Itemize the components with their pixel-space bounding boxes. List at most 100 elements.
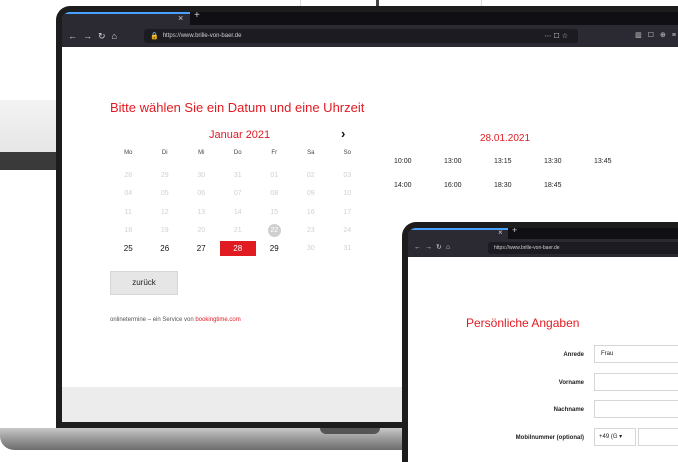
calendar-day: 07 — [233, 190, 242, 197]
lock-icon: 🔒 — [150, 33, 159, 40]
back-button[interactable]: zurück — [110, 271, 178, 295]
tab-bar: × + — [62, 12, 678, 25]
calendar-day: 15 — [270, 209, 279, 216]
calendar-day-available[interactable]: 29 — [256, 241, 293, 256]
calendar-day: 11 — [124, 209, 132, 216]
calendar-day-available[interactable]: 27 — [183, 241, 220, 256]
calendar-day: 23 — [306, 227, 315, 234]
tab-close-icon[interactable]: × — [178, 13, 183, 23]
calendar-day: 05 — [160, 190, 169, 197]
time-slots-row: 10:00 13:00 13:15 13:30 13:45 — [394, 158, 644, 165]
calendar-day: 01 — [270, 172, 279, 179]
calendar-day: 02 — [306, 172, 315, 179]
weekday-label: Mi — [198, 150, 205, 156]
time-slot[interactable]: 13:00 — [444, 158, 494, 165]
calendar-day: 18 — [124, 227, 133, 234]
field-label-mobile: Mobilnummer (optional) — [515, 435, 584, 441]
calendar-day: 10 — [343, 190, 352, 197]
forward-arrow-icon[interactable]: → — [83, 31, 92, 42]
reload-icon[interactable]: ↻ — [98, 31, 106, 42]
toolbar-icons[interactable]: ▥☐⊕≡ — [635, 31, 678, 39]
background-device-bar — [0, 152, 60, 170]
address-bar[interactable]: 🔒 https://www.brille-von-baer.de ⋯☐☆ — [144, 29, 578, 43]
browser-toolbar-secondary: ←→↻⌂ https://www.brille-von-baer.de — [408, 239, 678, 257]
calendar-day-available[interactable]: 26 — [147, 241, 184, 256]
time-slot[interactable]: 18:30 — [494, 182, 544, 189]
weekday-header: Mo Di Mi Do Fr Sa So — [110, 150, 366, 156]
laptop-notch — [320, 428, 380, 434]
time-slot[interactable]: 13:45 — [594, 158, 644, 165]
field-label-lastname: Nachname — [553, 407, 584, 413]
calendar-day: 31 — [343, 245, 352, 252]
calendar-day-today: 22 — [256, 223, 293, 238]
calendar-day: 30 — [197, 172, 206, 179]
country-code-select[interactable]: +49 (G ▾ — [594, 428, 636, 446]
calendar-day: 16 — [306, 209, 315, 216]
calendar-day-selected[interactable]: 28 — [219, 241, 256, 256]
field-label-salutation: Anrede — [563, 352, 584, 358]
weekday-label: Sa — [307, 150, 315, 156]
time-slot[interactable]: 14:00 — [394, 182, 444, 189]
tab-close-icon[interactable]: × — [498, 228, 503, 237]
browser-toolbar: ← → ↻ ⌂ 🔒 https://www.brille-von-baer.de… — [62, 25, 678, 47]
browser-tab-secondary[interactable]: × — [408, 228, 508, 239]
calendar-day: 09 — [306, 190, 315, 197]
calendar-day: 28 — [124, 172, 133, 179]
calendar-week: 18 19 20 21 22 23 24 — [110, 223, 366, 238]
time-slots-row: 14:00 16:00 18:30 18:45 — [394, 182, 594, 189]
nav-icons: ← → ↻ ⌂ — [68, 31, 117, 42]
time-slot[interactable]: 18:45 — [544, 182, 594, 189]
calendar-week: 04 05 06 07 08 09 10 — [110, 186, 366, 201]
address-bar-actions-icon[interactable]: ⋯☐☆ — [544, 32, 570, 40]
selected-date-heading: 28.01.2021 — [480, 133, 531, 144]
calendar-day: 13 — [197, 209, 206, 216]
calendar-day: 21 — [233, 227, 242, 234]
url-text: https://www.brille-von-baer.de — [162, 33, 242, 39]
calendar-day: 24 — [343, 227, 352, 234]
calendar-day: 06 — [197, 190, 206, 197]
service-text: onlinetermine – ein Service von — [110, 317, 194, 323]
calendar-day: 30 — [306, 245, 315, 252]
calendar-week: 11 12 13 14 15 16 17 — [110, 205, 366, 220]
weekday-label: Mo — [124, 150, 133, 156]
new-tab-icon[interactable]: + — [194, 12, 200, 21]
browser-tab[interactable]: × — [62, 12, 190, 25]
next-month-button[interactable]: › — [341, 126, 345, 141]
calendar-day: 29 — [160, 172, 169, 179]
salutation-select[interactable]: Frau — [594, 345, 678, 363]
calendar-day: 12 — [160, 209, 169, 216]
new-tab-icon[interactable]: + — [512, 228, 517, 235]
back-arrow-icon[interactable]: ← — [68, 31, 77, 42]
time-slot[interactable]: 16:00 — [444, 182, 494, 189]
address-bar-secondary[interactable]: https://www.brille-von-baer.de — [488, 242, 678, 254]
calendar-day-available[interactable]: 25 — [110, 241, 147, 256]
weekday-label: So — [343, 150, 351, 156]
time-slot[interactable]: 13:30 — [544, 158, 594, 165]
form-title: Persönliche Angaben — [466, 316, 580, 330]
browser-window-secondary: × + ←→↻⌂ https://www.brille-von-baer.de … — [408, 228, 678, 462]
firstname-input[interactable] — [594, 373, 678, 391]
mobile-input[interactable] — [638, 428, 678, 446]
calendar-day: 17 — [343, 209, 352, 216]
service-brand-link[interactable]: bookingtime.com — [195, 317, 240, 323]
calendar-day: 14 — [233, 209, 242, 216]
calendar-day: 04 — [124, 190, 133, 197]
tab-bar-secondary: × + — [408, 228, 678, 239]
calendar-day: 31 — [233, 172, 242, 179]
background-device-left — [0, 100, 62, 170]
lastname-input[interactable] — [594, 400, 678, 418]
today-marker: 22 — [267, 224, 281, 237]
service-credit: onlinetermine – ein Service von bookingt… — [110, 317, 241, 323]
time-slot[interactable]: 13:15 — [494, 158, 544, 165]
calendar-day: 20 — [197, 227, 206, 234]
calendar-month-label: Januar 2021 — [209, 129, 271, 141]
weekday-label: Do — [233, 150, 242, 156]
calendar-day: 03 — [343, 172, 352, 179]
calendar-day: 08 — [270, 190, 279, 197]
weekday-label: Fr — [271, 150, 278, 156]
time-slot[interactable]: 10:00 — [394, 158, 444, 165]
page-heading: Bitte wählen Sie ein Datum und eine Uhrz… — [110, 100, 365, 115]
home-icon[interactable]: ⌂ — [112, 31, 117, 42]
nav-icons[interactable]: ←→↻⌂ — [414, 243, 454, 251]
url-text: https://www.brille-von-baer.de — [494, 245, 560, 251]
